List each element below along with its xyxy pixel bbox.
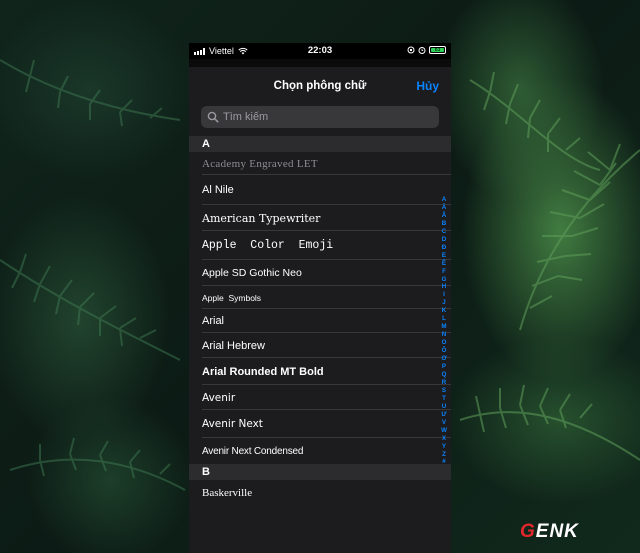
- index-letter[interactable]: J: [442, 299, 445, 307]
- status-right: 83: [407, 46, 446, 54]
- search-input[interactable]: [223, 111, 423, 123]
- font-name: Apple Color Emoji: [202, 239, 334, 252]
- index-letter[interactable]: X: [442, 435, 446, 443]
- index-letter[interactable]: V: [442, 419, 446, 427]
- font-row-academy-engraved-let[interactable]: Academy Engraved LET: [189, 152, 451, 175]
- index-letter[interactable]: Z: [442, 451, 446, 459]
- orientation-lock-icon: [407, 46, 415, 54]
- sheet-header: Chọn phông chữ Hủy: [189, 67, 451, 105]
- index-letter[interactable]: U: [442, 403, 446, 411]
- font-name: Arial: [202, 315, 225, 327]
- index-letter[interactable]: B: [442, 220, 446, 228]
- index-letter[interactable]: P: [442, 363, 446, 371]
- font-name: Arial Hebrew: [202, 339, 265, 352]
- index-letter[interactable]: I: [443, 291, 445, 299]
- index-letter[interactable]: Â: [442, 212, 446, 220]
- font-row-avenir-next[interactable]: Avenir Next: [189, 410, 451, 438]
- font-name: Avenir Next: [202, 418, 263, 430]
- index-letter[interactable]: R: [442, 379, 446, 387]
- alarm-icon: [418, 47, 426, 54]
- index-letter[interactable]: #: [442, 458, 445, 466]
- font-row-apple-symbols[interactable]: Apple Symbols: [189, 286, 451, 309]
- font-row-baskerville[interactable]: Baskerville: [189, 480, 451, 506]
- index-letter[interactable]: K: [442, 307, 446, 315]
- index-letter[interactable]: C: [442, 228, 446, 236]
- index-letter[interactable]: Ô: [442, 347, 447, 355]
- index-letter[interactable]: N: [442, 331, 446, 339]
- font-picker-sheet: Chọn phông chữ Hủy A Academy Engraved LE…: [189, 67, 451, 553]
- index-letter[interactable]: L: [442, 315, 446, 323]
- font-name: Academy Engraved LET: [202, 157, 318, 170]
- section-index[interactable]: A Ă Â B C D Đ E Ê F G H I J K L M N O Ô …: [440, 196, 448, 466]
- status-bar: Viettel 22:03 83: [189, 43, 451, 59]
- index-letter[interactable]: W: [441, 427, 447, 435]
- section-header-b: B: [189, 464, 451, 480]
- font-name: Al Nile: [202, 184, 234, 196]
- phone-screen: Viettel 22:03 83 Chọn phông chữ Hủy Tìm …: [189, 43, 451, 553]
- font-row-arial[interactable]: Arial: [189, 309, 451, 333]
- search-icon: [207, 111, 219, 123]
- sheet-title: Chọn phông chữ: [273, 80, 367, 92]
- font-row-apple-sd-gothic-neo[interactable]: Apple SD Gothic Neo: [189, 260, 451, 286]
- watermark-first-letter: G: [520, 521, 536, 542]
- index-letter[interactable]: O: [442, 339, 447, 347]
- font-list: A Academy Engraved LET Al Nile American …: [189, 136, 451, 506]
- font-name: American Typewriter: [202, 211, 321, 225]
- font-name: Avenir: [202, 391, 236, 404]
- genk-watermark-logo: G ENK: [520, 521, 579, 542]
- font-name: Avenir Next Condensed: [202, 445, 304, 457]
- font-row-arial-hebrew[interactable]: Arial Hebrew: [189, 333, 451, 358]
- index-letter[interactable]: Ơ: [441, 355, 446, 363]
- section-header-a: A: [189, 136, 451, 152]
- index-letter[interactable]: A: [442, 196, 446, 204]
- index-letter[interactable]: Ă: [442, 204, 446, 212]
- index-letter[interactable]: F: [442, 268, 446, 276]
- sheet-backdrop: [189, 59, 451, 67]
- font-name: Apple SD Gothic Neo: [202, 267, 302, 279]
- battery-icon: 83: [429, 46, 446, 54]
- font-name: Apple Symbols: [202, 292, 262, 303]
- font-row-apple-color-emoji[interactable]: Apple Color Emoji: [189, 231, 451, 260]
- cancel-button[interactable]: Hủy: [416, 79, 439, 93]
- watermark-rest: ENK: [535, 521, 579, 542]
- font-name: Baskerville: [202, 487, 253, 499]
- index-letter[interactable]: M: [441, 323, 446, 331]
- index-letter[interactable]: G: [442, 276, 447, 284]
- index-letter[interactable]: T: [442, 395, 446, 403]
- index-letter[interactable]: D: [442, 236, 446, 244]
- font-row-avenir[interactable]: Avenir: [189, 385, 451, 410]
- font-row-avenir-next-condensed[interactable]: Avenir Next Condensed: [189, 438, 451, 464]
- font-row-al-nile[interactable]: Al Nile: [189, 175, 451, 205]
- index-letter[interactable]: H: [442, 283, 446, 291]
- index-letter[interactable]: E: [442, 252, 446, 260]
- font-row-arial-rounded-mt-bold[interactable]: Arial Rounded MT Bold: [189, 358, 451, 385]
- index-letter[interactable]: Ư: [441, 411, 446, 419]
- index-letter[interactable]: Đ: [442, 244, 446, 252]
- search-bar[interactable]: [201, 106, 439, 128]
- battery-level: 83: [431, 48, 444, 53]
- font-row-american-typewriter[interactable]: American Typewriter: [189, 205, 451, 231]
- index-letter[interactable]: S: [442, 387, 446, 395]
- font-name: Arial Rounded MT Bold: [202, 365, 324, 378]
- index-letter[interactable]: Y: [442, 443, 446, 451]
- index-letter[interactable]: Ê: [442, 260, 446, 268]
- index-letter[interactable]: Q: [442, 371, 447, 379]
